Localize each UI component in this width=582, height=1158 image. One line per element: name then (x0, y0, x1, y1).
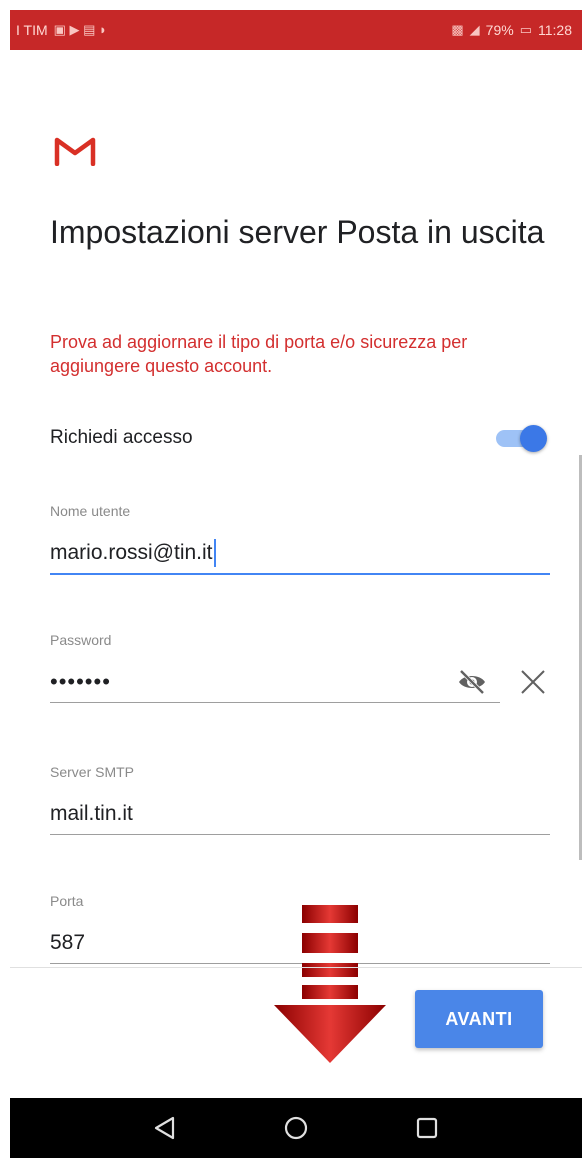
smtp-server-label: Server SMTP (50, 764, 135, 780)
password-input[interactable]: ••••••• (50, 662, 500, 703)
battery-icon: ▭ (519, 22, 532, 37)
next-button[interactable]: AVANTI (415, 990, 543, 1048)
require-login-label: Richiedi accesso (50, 427, 193, 448)
nfc-icon: ▩ (451, 22, 464, 37)
down-arrow-annotation (274, 905, 386, 1063)
username-field: Nome utente mario.rossi@tin.it (50, 503, 550, 575)
smtp-server-field: Server SMTP mail.tin.it (50, 764, 550, 835)
carrier-label: I TIM (16, 22, 48, 38)
battery-percent: 79% (485, 22, 514, 38)
back-triangle-icon[interactable] (145, 1108, 185, 1148)
status-bar: I TIM ▣ ▶ ▤ ◗ ▩ ◢ 79% ▭ 11:28 (10, 10, 582, 50)
eye-off-icon[interactable] (456, 668, 488, 696)
notification-icons: ▣ ▶ ▤ ◗ (53, 22, 107, 37)
username-label: Nome utente (50, 503, 131, 519)
clock: 11:28 (538, 22, 572, 38)
signal-icon: ◢ (469, 22, 480, 37)
username-input[interactable]: mario.rossi@tin.it (50, 533, 550, 575)
gmail-logo (54, 137, 96, 166)
port-value: 587 (50, 931, 86, 954)
smtp-server-input[interactable]: mail.tin.it (50, 794, 550, 835)
recents-square-icon[interactable] (407, 1108, 447, 1148)
require-login-toggle[interactable] (494, 420, 550, 456)
navigation-bar (10, 1098, 582, 1158)
password-value: ••••••• (50, 669, 111, 694)
username-value: mario.rossi@tin.it (50, 541, 213, 564)
close-icon[interactable] (518, 667, 548, 697)
require-login-row: Richiedi accesso (50, 418, 550, 458)
smtp-server-value: mail.tin.it (50, 802, 133, 825)
footer-divider (10, 967, 582, 968)
error-message: Prova ad aggiornare il tipo di porta e/o… (50, 332, 468, 376)
page-title: Impostazioni server Posta in uscita (50, 214, 545, 250)
text-cursor (213, 539, 216, 567)
password-label: Password (50, 632, 112, 648)
home-circle-icon[interactable] (276, 1108, 316, 1148)
toggle-thumb (520, 425, 547, 452)
password-field: Password ••••••• (50, 632, 550, 703)
